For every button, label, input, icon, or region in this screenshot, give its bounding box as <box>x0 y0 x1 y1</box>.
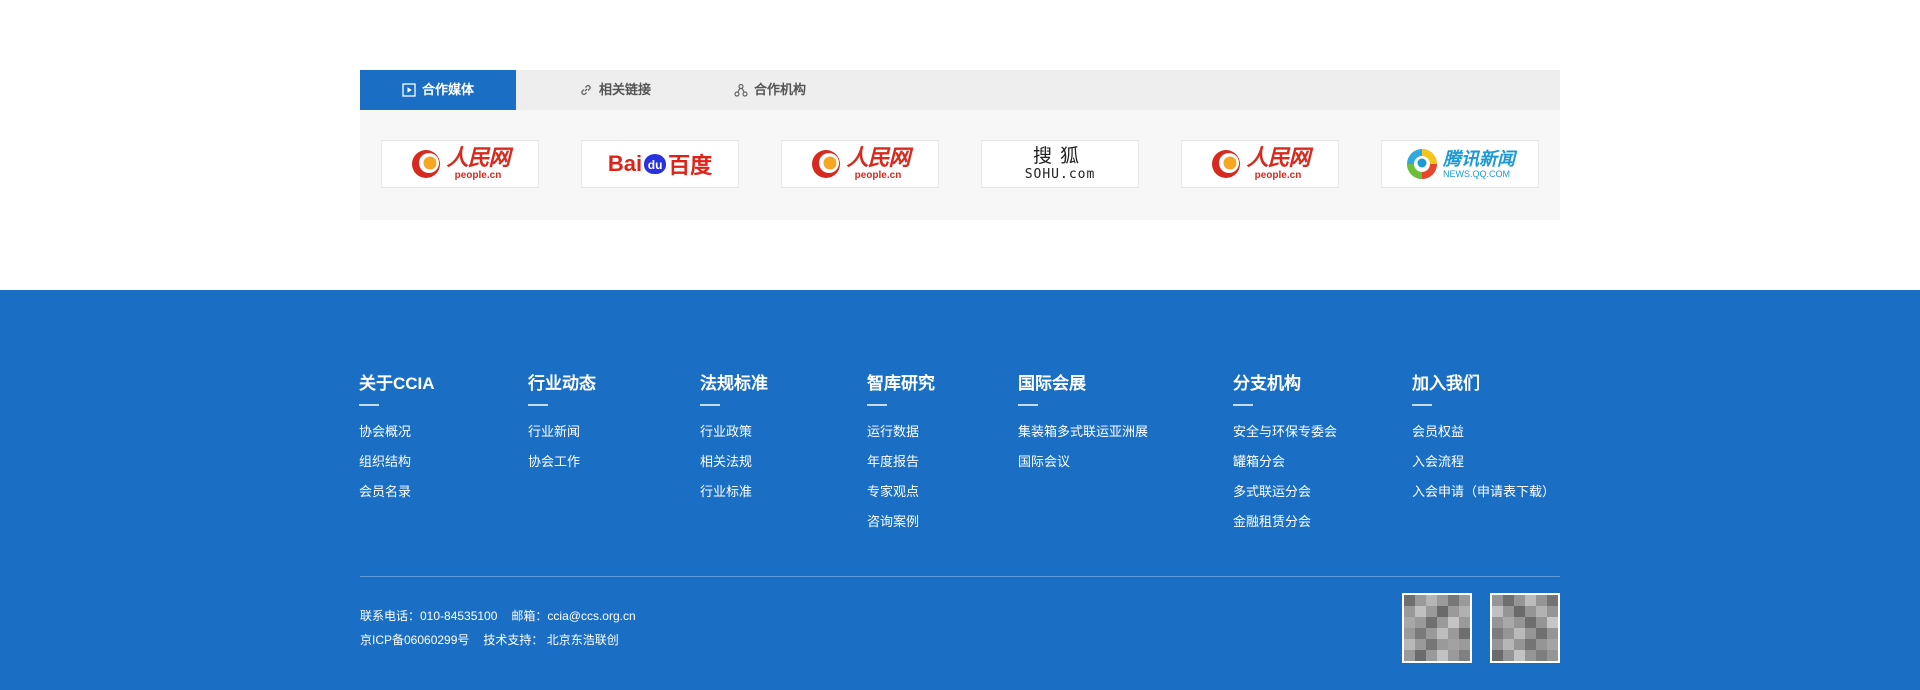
tab-institutions[interactable]: 合作机构 <box>705 70 835 110</box>
footer-link[interactable]: 集装箱多式联运亚洲展 <box>1018 422 1148 452</box>
people-logo-en: people.cn <box>854 170 902 181</box>
tech-support: 技术支持： 北京东浩联创 <box>483 633 619 647</box>
baidu-logo-part1: Bai <box>607 151 643 176</box>
footer-column-title: 国际会展 <box>1018 374 1086 393</box>
footer-link[interactable]: 入会流程 <box>1412 452 1555 482</box>
footer-column-research: 智库研究 运行数据 年度报告 专家观点 咨询案例 <box>867 372 935 542</box>
footer-link[interactable]: 组织结构 <box>359 452 435 482</box>
footer-column-branches: 分支机构 安全与环保专委会 罐箱分会 多式联运分会 金融租赁分会 <box>1233 372 1337 542</box>
qr-code-wechat <box>1402 593 1472 663</box>
footer-link[interactable]: 会员权益 <box>1412 422 1555 452</box>
footer-link[interactable]: 行业政策 <box>700 422 768 452</box>
footer-column-join: 加入我们 会员权益 入会流程 入会申请（申请表下载） <box>1412 372 1555 512</box>
footer-link[interactable]: 国际会议 <box>1018 452 1148 482</box>
footer-link[interactable]: 罐箱分会 <box>1233 452 1337 482</box>
org-icon <box>734 83 748 97</box>
people-logo-cn: 人民网 <box>446 145 510 171</box>
footer-contact: 联系电话：010-84535100 邮箱：ccia@ccs.org.cn 京ICP… <box>360 604 650 652</box>
footer-link[interactable]: 协会概况 <box>359 422 435 452</box>
tab-label: 相关链接 <box>598 82 651 97</box>
title-underline <box>867 404 887 406</box>
footer-link[interactable]: 协会工作 <box>528 452 596 482</box>
footer-column-about: 关于CCIA 协会概况 组织结构 会员名录 <box>359 372 435 512</box>
qr-code-weibo <box>1490 593 1560 663</box>
people-emblem-icon <box>1212 150 1241 178</box>
people-emblem-icon <box>812 150 841 178</box>
people-logo-en: people.cn <box>454 170 502 181</box>
partner-tabbar: 合作媒体 相关链接 合作机构 <box>360 70 1560 110</box>
qq-news-emblem-icon <box>1407 149 1437 179</box>
footer-link[interactable]: 会员名录 <box>359 482 435 512</box>
baidu-paw-icon: du <box>644 154 667 174</box>
footer-link[interactable]: 运行数据 <box>867 422 935 452</box>
title-underline <box>1018 404 1038 406</box>
partner-logos: 人民网 people.cn Bai du 百度 人民网 people.cn 搜狐… <box>360 110 1560 220</box>
partners-section: 合作媒体 相关链接 合作机构 人民网 people.cn Bai du 百度 人… <box>360 70 1560 220</box>
qr-code-icon <box>1404 595 1470 661</box>
footer-divider <box>360 576 1560 577</box>
qq-news-logo-cn: 腾讯新闻 <box>1443 148 1515 169</box>
footer-column-title: 分支机构 <box>1233 374 1301 393</box>
title-underline <box>700 404 720 406</box>
logo-people-cn[interactable]: 人民网 people.cn <box>381 140 539 188</box>
contact-phone: 联系电话：010-84535100 <box>360 609 498 623</box>
people-emblem-icon <box>412 150 441 178</box>
title-underline <box>528 404 548 406</box>
people-logo-en: people.cn <box>1254 170 1302 181</box>
footer-link[interactable]: 年度报告 <box>867 452 935 482</box>
site-footer: 关于CCIA 协会概况 组织结构 会员名录 行业动态 行业新闻 协会工作 法规标… <box>0 290 1920 690</box>
baidu-logo-part2: 百度 <box>668 153 713 179</box>
logo-qq-news[interactable]: 腾讯新闻 NEWS.QQ.COM <box>1381 140 1539 188</box>
footer-column-title: 行业动态 <box>528 374 596 393</box>
footer-column-title: 法规标准 <box>700 374 768 393</box>
link-icon <box>581 84 591 96</box>
footer-link[interactable]: 专家观点 <box>867 482 935 512</box>
icp-number[interactable]: 京ICP备06060299号 <box>360 633 469 647</box>
footer-column-title: 关于CCIA <box>359 374 435 393</box>
qq-news-logo-en: NEWS.QQ.COM <box>1443 168 1510 179</box>
contact-email: 邮箱：ccia@ccs.org.cn <box>511 609 636 623</box>
tab-label: 合作媒体 <box>421 82 474 97</box>
footer-link[interactable]: 相关法规 <box>700 452 768 482</box>
footer-column-title: 加入我们 <box>1412 374 1480 393</box>
footer-link[interactable]: 金融租赁分会 <box>1233 512 1337 542</box>
play-square-icon <box>402 83 416 97</box>
logo-sohu[interactable]: 搜狐 SOHU.com <box>981 140 1139 188</box>
footer-link[interactable]: 入会申请（申请表下载） <box>1412 482 1555 512</box>
title-underline <box>1412 404 1432 406</box>
footer-column-exhibitions: 国际会展 集装箱多式联运亚洲展 国际会议 <box>1018 372 1148 482</box>
tab-label: 合作机构 <box>753 82 806 97</box>
footer-column-news: 行业动态 行业新闻 协会工作 <box>528 372 596 482</box>
logo-baidu[interactable]: Bai du 百度 <box>581 140 739 188</box>
footer-link[interactable]: 咨询案例 <box>867 512 935 542</box>
footer-column-title: 智库研究 <box>867 374 935 393</box>
sohu-logo-en: SOHU.com <box>1024 167 1096 182</box>
people-logo-cn: 人民网 <box>1246 145 1310 171</box>
tab-media[interactable]: 合作媒体 <box>360 70 516 110</box>
qr-code-icon <box>1492 595 1558 661</box>
footer-link[interactable]: 行业新闻 <box>528 422 596 452</box>
title-underline <box>1233 404 1253 406</box>
sohu-logo-cn: 搜狐 <box>1032 145 1087 167</box>
title-underline <box>359 404 379 406</box>
footer-column-regulations: 法规标准 行业政策 相关法规 行业标准 <box>700 372 768 512</box>
footer-link[interactable]: 安全与环保专委会 <box>1233 422 1337 452</box>
footer-link[interactable]: 多式联运分会 <box>1233 482 1337 512</box>
tab-links[interactable]: 相关链接 <box>550 70 680 110</box>
footer-link[interactable]: 行业标准 <box>700 482 768 512</box>
logo-people-cn[interactable]: 人民网 people.cn <box>781 140 939 188</box>
logo-people-cn[interactable]: 人民网 people.cn <box>1181 140 1339 188</box>
people-logo-cn: 人民网 <box>846 145 910 171</box>
